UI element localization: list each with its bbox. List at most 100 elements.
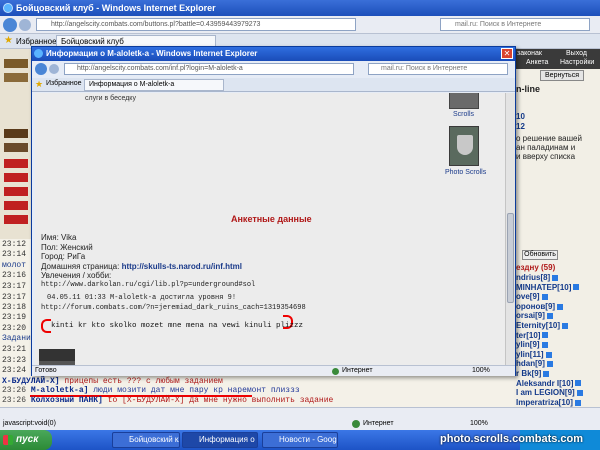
chat-message: 23:26 Колхозный ПАНК] to [Х-БУДУЛАЙ-Х] Д… <box>2 396 334 405</box>
user-list-item[interactable]: hdan[9] <box>516 359 553 368</box>
chat-side-word: Задани <box>2 334 31 343</box>
clan-flag-icon <box>542 332 549 339</box>
globe-icon <box>352 420 360 428</box>
user-list-item[interactable]: ndrius[8] <box>516 273 559 282</box>
forward-button[interactable] <box>49 64 59 74</box>
popup-status-text: Готово <box>35 367 57 374</box>
clan-flag-icon <box>576 390 583 397</box>
windows-logo-icon <box>3 435 13 445</box>
banner-image[interactable] <box>39 349 75 361</box>
shield-icon <box>457 135 473 155</box>
popup-favorites-button[interactable]: Избранное <box>46 80 81 87</box>
clan-flag-icon <box>552 274 559 281</box>
bg-search-field[interactable]: mail.ru: Поиск в Интернете <box>440 18 590 31</box>
popup-tab-bar: ★ Избранное Информация о M-aloletk-a <box>32 78 515 92</box>
popup-status-bar: Готово Интернет 100% <box>32 365 515 376</box>
right-panel: 10 12 о решение вашей ан паладинам и и в… <box>514 92 600 407</box>
scrollbar-thumb[interactable] <box>507 213 514 303</box>
bg-status-zoom[interactable]: 100% <box>470 420 488 427</box>
badge-icon[interactable] <box>4 215 28 224</box>
popup-titlebar[interactable]: Информация о M-aloletk-a - Windows Inter… <box>32 47 515 61</box>
forward-button[interactable] <box>19 19 31 31</box>
user-list-item[interactable]: I am LEGION[9] <box>516 388 583 397</box>
chat-side-word: молот <box>2 261 27 270</box>
user-list-item[interactable]: orsai[9] <box>516 311 553 320</box>
start-button[interactable]: пуск <box>0 430 52 450</box>
popup-status-zoom[interactable]: 100% <box>472 366 490 376</box>
homepage-label: Домашняя страница: <box>41 261 120 271</box>
chat-ts: 23:16 <box>2 271 27 280</box>
ie-logo-icon <box>34 49 43 58</box>
link-zakonak[interactable]: законак <box>517 50 542 57</box>
char-icon[interactable] <box>4 129 28 138</box>
chat-ts: 23:17 <box>2 293 27 302</box>
red-bracket-mark <box>41 319 51 333</box>
info-text: о решение вашей <box>516 134 582 143</box>
bg-address-bar: http://angelscity.combats.com/buttons.pl… <box>0 16 600 34</box>
user-list-item[interactable]: r Bk[9] <box>516 369 550 378</box>
chat-timestamps: 23:12 23:14 молот 23:16 23:17 23:17 23:1… <box>0 240 32 380</box>
left-column <box>0 49 32 239</box>
badge-icon[interactable] <box>4 201 28 210</box>
chat-ts: 23:23 <box>2 356 27 365</box>
taskbar-button-bk[interactable]: Бойцовский клуб - ... <box>112 432 180 448</box>
top-text: слуги в беседку <box>85 95 136 102</box>
bg-status-bar: javascript:void(0) Интернет 100% <box>0 407 600 430</box>
photo-scroll-image[interactable] <box>449 126 479 166</box>
badge-icon[interactable] <box>4 173 28 182</box>
user-list-item[interactable]: ylin[11] <box>516 350 552 359</box>
hobby-link[interactable]: http://www.darkolan.ru/cgi/lib.pl?p=unde… <box>41 281 255 291</box>
chat-ts: 23:21 <box>2 345 27 354</box>
chat-message: Х-БУДУЛАЙ-Х] прицепы есть ??? с любым за… <box>2 377 223 386</box>
user-list-item[interactable]: ylin[9] <box>516 340 548 349</box>
refresh-button[interactable]: Обновить <box>522 250 558 260</box>
room-name: ездну (59) <box>516 263 556 272</box>
clan-flag-icon <box>543 370 550 377</box>
link-anketa[interactable]: Анкета <box>526 59 548 66</box>
clan-flag-icon <box>546 313 553 320</box>
popup-tab[interactable]: Информация о M-aloletk-a <box>84 79 224 91</box>
user-list-item[interactable]: Aleksandr I[10] <box>516 379 582 388</box>
bg-favorites-button[interactable]: Избранное <box>16 37 57 46</box>
bg-url-field[interactable]: http://angelscity.combats.com/buttons.pl… <box>36 18 356 31</box>
char-icon[interactable] <box>4 73 28 82</box>
taskbar-button-info[interactable]: Информация о M-al... <box>182 432 258 448</box>
bg-window-titlebar[interactable]: Бойцовский клуб - Windows Internet Explo… <box>0 0 600 16</box>
photo-scrolls-link[interactable]: Photo Scrolls <box>445 169 486 176</box>
user-list-item[interactable]: оронов[9] <box>516 302 564 311</box>
popup-url-field[interactable]: http://angelscity.combats.com/inf.pl?log… <box>64 63 354 75</box>
game-top-links: законак Выход Анкета Настройки <box>514 49 600 69</box>
popup-search-field[interactable]: mail.ru: Поиск в Интернете <box>368 63 508 75</box>
profile-field: Имя: Vika <box>41 233 77 242</box>
chat-ts: 23:18 <box>2 303 27 312</box>
user-list-item[interactable]: ter[10] <box>516 331 549 340</box>
link-exit[interactable]: Выход <box>566 50 587 57</box>
popup-scrollbar[interactable] <box>505 93 515 365</box>
homepage-link[interactable]: http://skulls-ts.narod.ru/inf.html <box>122 262 242 271</box>
watermark: photo.scrolls.combats.com <box>440 433 584 445</box>
link-settings[interactable]: Настройки <box>560 59 594 66</box>
scroll-image[interactable] <box>449 93 479 109</box>
taskbar-button-chrome[interactable]: Новости - Google Ch... <box>262 432 338 448</box>
char-icon[interactable] <box>4 59 28 68</box>
badge-icon[interactable] <box>4 187 28 196</box>
back-button[interactable] <box>35 63 47 75</box>
badge-icon[interactable] <box>4 159 28 168</box>
user-list-item[interactable]: ove[9] <box>516 292 548 301</box>
hobby-label: Увлечения / хобби: <box>41 271 112 280</box>
close-icon[interactable]: ✕ <box>501 48 513 59</box>
user-list-item[interactable]: Eternity[10] <box>516 321 569 330</box>
row-number: 12 <box>516 122 525 131</box>
scrolls-link[interactable]: Scrolls <box>453 111 474 118</box>
profile-fields: Имя: Vika Пол: Женский Город: РиГа Домаш… <box>41 233 255 290</box>
chat-ts: 23:20 <box>2 324 27 333</box>
back-button[interactable] <box>3 18 17 32</box>
clan-flag-icon <box>541 342 548 349</box>
char-icon[interactable] <box>4 143 28 152</box>
popup-content: слуги в беседку Scrolls Photo Scrolls Ан… <box>35 93 505 365</box>
clan-flag-icon <box>541 294 548 301</box>
return-button[interactable]: Вернуться <box>540 70 584 81</box>
bg-window-title: Бойцовский клуб - Windows Internet Explo… <box>16 3 216 13</box>
user-list-item[interactable]: MINHATEP[10] <box>516 283 580 292</box>
user-list-item[interactable]: Imperatriza[10] <box>516 398 581 407</box>
